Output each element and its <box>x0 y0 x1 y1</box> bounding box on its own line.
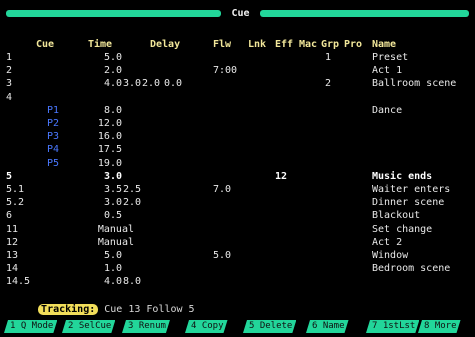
tracking-status: Tracking: Cue 13 Follow 5 <box>26 292 195 316</box>
softkey-4[interactable]: 4 Copy <box>185 320 228 333</box>
col-header-lnk[interactable]: Lnk <box>248 39 266 51</box>
cue-number: 5.1 <box>6 184 25 195</box>
col-header-time[interactable]: Time <box>88 39 112 51</box>
cue-name: Act 2 <box>372 236 403 248</box>
softkey-2[interactable]: 2 SelCue <box>62 320 115 333</box>
col-header-mac[interactable]: Mac <box>299 39 317 51</box>
cue-number: 2 <box>6 65 13 77</box>
cue-list-table: Cue Time Delay Flw Lnk Eff Mac Grp Pro N… <box>0 0 475 300</box>
cue-part: P5 <box>47 157 60 169</box>
cue-number: 14.5 <box>6 276 31 288</box>
cue-name: Music ends <box>372 170 433 182</box>
time-in: 19.0 <box>97 157 122 169</box>
softkey-bar: 1 Q Mode 2 SelCue 3 Renum 4 Copy 5 Delete 6 N… <box>0 320 475 333</box>
col-header-pro[interactable]: Pro <box>344 39 362 51</box>
tracking-badge[interactable]: Tracking: <box>38 304 99 315</box>
cue-part: P1 <box>47 104 60 116</box>
time-in: 3.0 <box>103 170 122 182</box>
col-header-name[interactable]: Name <box>372 39 396 51</box>
time-out: 8.0 <box>122 276 141 288</box>
cue-part: P4 <box>47 144 60 156</box>
softkey-3[interactable]: 3 Renum <box>122 320 170 333</box>
time-in: 17.5 <box>97 144 122 156</box>
delay-out: 0.0 <box>163 78 182 90</box>
cue-name: Dance <box>372 104 403 116</box>
time-in: 16.0 <box>97 131 122 143</box>
softkey-6[interactable]: 6 Name <box>306 320 349 333</box>
cue-number: 1 <box>6 52 13 63</box>
group: 1 <box>325 52 332 63</box>
cue-number: 11 <box>6 223 19 235</box>
cue-number: 14 <box>6 263 19 275</box>
cue-name: Ballroom scene <box>372 78 457 90</box>
effect: 12 <box>275 170 288 182</box>
cue-part: P2 <box>47 118 60 129</box>
softkey-8[interactable]: 8 More <box>418 320 461 333</box>
time-in: Manual <box>97 236 134 248</box>
time-in: 2.0 <box>103 65 122 77</box>
softkey-1[interactable]: 1 Q Mode <box>4 320 57 333</box>
time-in: 5.0 <box>103 52 122 63</box>
tracking-status-text: Cue 13 Follow 5 <box>104 304 195 315</box>
time-in: 5.0 <box>103 250 122 261</box>
cue-name: Blackout <box>372 210 421 222</box>
cue-number: 6 <box>6 210 13 222</box>
cue-number: 4 <box>6 91 13 103</box>
col-header-grp[interactable]: Grp <box>321 39 339 51</box>
cue-name: Window <box>372 250 409 261</box>
follow-time: 7:00 <box>213 65 238 77</box>
softkey-7[interactable]: 7 1stLst <box>366 320 419 333</box>
delay-in: 2.0 <box>141 78 160 90</box>
cue-number: 3 <box>6 78 13 90</box>
time-in: 1.0 <box>103 263 122 275</box>
cue-name: Dinner scene <box>372 197 445 209</box>
cue-name: Set change <box>372 223 433 235</box>
cue-name: Act 1 <box>372 65 403 77</box>
group: 2 <box>325 78 332 90</box>
follow-time: 5.0 <box>213 250 232 261</box>
time-out: 2.0 <box>122 197 141 209</box>
follow-time: 7.0 <box>213 184 232 195</box>
time-in: 8.0 <box>103 104 122 116</box>
col-header-flw[interactable]: Flw <box>213 39 231 51</box>
cue-name: Bedroom scene <box>372 263 451 275</box>
cue-number: 13 <box>6 250 19 261</box>
time-in: Manual <box>97 223 134 235</box>
cue-number: 5.2 <box>6 197 25 209</box>
cue-part: P3 <box>47 131 60 143</box>
time-in: 12.0 <box>97 118 122 129</box>
col-header-eff[interactable]: Eff <box>275 39 293 51</box>
col-header-cue[interactable]: Cue <box>36 39 54 51</box>
time-out: 2.5 <box>122 184 141 195</box>
cue-number: 5 <box>6 170 13 182</box>
softkey-5[interactable]: 5 Delete <box>243 320 296 333</box>
time-in: 0.5 <box>103 210 122 222</box>
cue-number: 12 <box>6 236 19 248</box>
cue-name: Waiter enters <box>372 184 451 195</box>
cue-name: Preset <box>372 52 409 63</box>
col-header-delay[interactable]: Delay <box>150 39 180 51</box>
